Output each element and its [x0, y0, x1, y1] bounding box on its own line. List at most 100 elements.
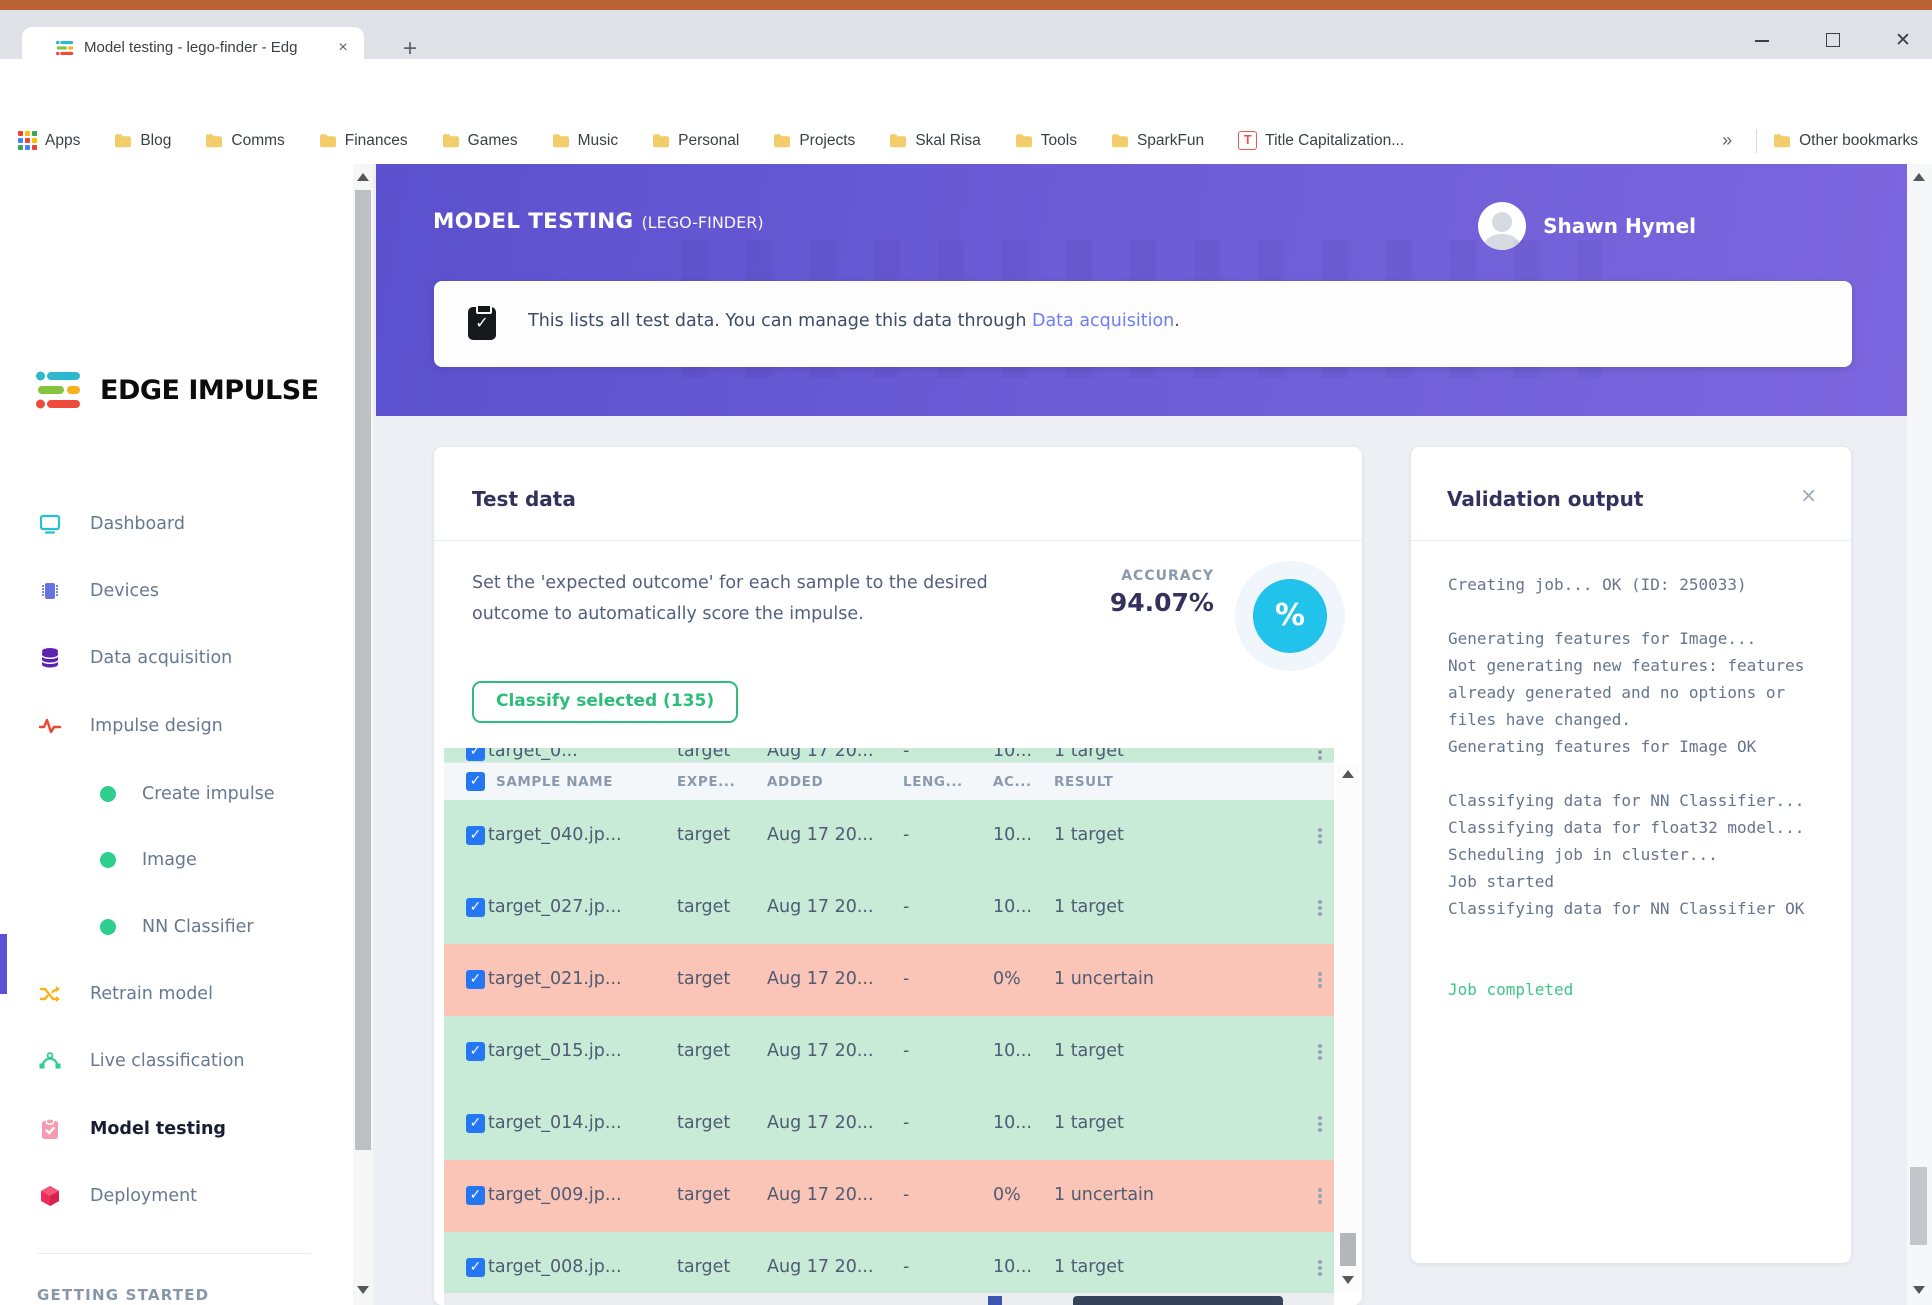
row-menu-icon[interactable] — [1316, 1042, 1324, 1062]
table-row[interactable]: ✓ target_021.jp... target Aug 17 20... - 0% 1 … — [444, 944, 1334, 1018]
bookmark-apps[interactable]: Apps — [18, 131, 80, 150]
banner-text: This lists all test data. You can manage… — [528, 311, 1180, 331]
row-menu-icon[interactable] — [1316, 826, 1324, 846]
scrollbar-thumb[interactable] — [355, 190, 371, 1150]
sidebar-item-label: Live classification — [90, 1051, 245, 1071]
logo-text: EDGE IMPULSE — [100, 374, 319, 406]
window-close-button[interactable]: ✕ — [1880, 26, 1926, 56]
table-vertical-scrollbar[interactable] — [1337, 764, 1359, 1293]
column-header-added[interactable]: ADDED — [767, 763, 823, 801]
row-menu-icon[interactable] — [1316, 1258, 1324, 1278]
row-checkbox[interactable]: ✓ — [466, 1186, 485, 1205]
edge-impulse-logo[interactable]: EDGE IMPULSE — [36, 370, 319, 410]
scroll-down-arrow-icon[interactable] — [1342, 1276, 1354, 1284]
row-menu-icon[interactable] — [1316, 1186, 1324, 1206]
cell-accuracy: 10... — [993, 825, 1032, 845]
sidebar-item-label: Create impulse — [142, 784, 275, 804]
log-line: Scheduling job in cluster... — [1448, 845, 1718, 864]
bookmark-label: Apps — [45, 131, 81, 149]
partial-bottom-bar — [1073, 1296, 1283, 1305]
tab-close-icon[interactable]: × — [332, 37, 354, 59]
cell-length: - — [903, 1113, 910, 1133]
bookmark-item[interactable]: Tools — [1015, 132, 1077, 150]
bookmark-title-capitalization[interactable]: T Title Capitalization... — [1238, 131, 1404, 150]
scrollbar-thumb[interactable] — [1340, 1233, 1356, 1266]
table-row[interactable]: ✓ target_027.jp... target Aug 17 20... - 10..… — [444, 872, 1334, 946]
select-all-checkbox[interactable]: ✓ — [466, 772, 485, 791]
sidebar-item-model-testing[interactable]: Model testing — [0, 1114, 353, 1144]
row-checkbox[interactable]: ✓ — [466, 1114, 485, 1133]
table-row[interactable]: ✓ target_0... target Aug 17 20... - 10... 1 ta… — [444, 748, 1334, 762]
column-header-sample-name[interactable]: SAMPLE NAME — [496, 763, 613, 801]
row-checkbox[interactable]: ✓ — [466, 898, 485, 917]
scrollbar-thumb[interactable] — [1910, 1167, 1927, 1245]
row-menu-icon[interactable] — [1316, 898, 1324, 918]
green-dot-icon — [96, 782, 120, 806]
sidebar-item-data-acquisition[interactable]: Data acquisition — [0, 643, 353, 673]
sidebar-item-devices[interactable]: Devices — [0, 576, 353, 606]
data-acquisition-link[interactable]: Data acquisition — [1032, 311, 1174, 331]
browser-titlebar[interactable]: Model testing - lego-finder - Edg × + ✕ — [0, 10, 1932, 69]
table-row[interactable]: ✓ target_040.jp... target Aug 17 20... - 10..… — [444, 800, 1334, 874]
sidebar-item-retrain-model[interactable]: Retrain model — [0, 979, 353, 1009]
bookmark-label: Blog — [140, 131, 172, 149]
scroll-down-arrow-icon[interactable] — [1913, 1286, 1925, 1294]
user-menu[interactable]: Shawn Hymel — [1478, 202, 1696, 250]
bookmark-item[interactable]: Skal Risa — [889, 132, 981, 150]
close-icon[interactable]: × — [1800, 485, 1817, 505]
scroll-down-arrow-icon[interactable] — [357, 1286, 369, 1294]
other-bookmarks[interactable]: Other bookmarks — [1773, 132, 1918, 150]
user-avatar[interactable] — [1478, 202, 1527, 250]
classify-selected-button[interactable]: Classify selected (135) — [472, 681, 739, 723]
bookmarks-overflow-chevron[interactable]: » — [1722, 130, 1740, 151]
sidebar-item-deployment[interactable]: Deployment — [0, 1181, 353, 1211]
row-checkbox[interactable]: ✓ — [466, 748, 485, 761]
scroll-up-arrow-icon[interactable] — [1913, 173, 1925, 181]
row-menu-icon[interactable] — [1316, 748, 1324, 762]
bookmark-item[interactable]: Blog — [114, 132, 171, 150]
row-checkbox[interactable]: ✓ — [466, 970, 485, 989]
window-minimize-button[interactable] — [1739, 26, 1785, 56]
cell-length: - — [903, 969, 910, 989]
sidebar-item-image[interactable]: Image — [0, 845, 353, 875]
folder-icon — [115, 134, 132, 148]
row-checkbox[interactable]: ✓ — [466, 1042, 485, 1061]
bookmark-item[interactable]: Music — [552, 132, 618, 150]
percent-badge-icon: % — [1253, 579, 1327, 653]
cell-expected: target — [677, 825, 731, 845]
sidebar-item-impulse-design[interactable]: Impulse design — [0, 711, 353, 741]
column-header-expected[interactable]: EXPE... — [677, 763, 735, 801]
bookmark-item[interactable]: Games — [442, 132, 518, 150]
bookmark-item[interactable]: SparkFun — [1111, 132, 1204, 150]
content-left-scrollbar[interactable] — [353, 164, 373, 1305]
sidebar-item-create-impulse[interactable]: Create impulse — [0, 779, 353, 809]
scroll-up-arrow-icon[interactable] — [1342, 770, 1354, 778]
column-header-result[interactable]: RESULT — [1054, 763, 1113, 801]
row-checkbox[interactable]: ✓ — [466, 1258, 485, 1277]
column-header-accuracy[interactable]: AC... — [993, 763, 1032, 801]
table-row[interactable]: ✓ target_009.jp... target Aug 17 20... - 0% 1 … — [444, 1160, 1334, 1234]
row-menu-icon[interactable] — [1316, 1114, 1324, 1134]
cell-length: - — [903, 897, 910, 917]
table-row[interactable]: ✓ target_015.jp... target Aug 17 20... - 10..… — [444, 1016, 1334, 1090]
cell-added: Aug 17 20... — [767, 825, 874, 845]
column-header-length[interactable]: LENG... — [903, 763, 963, 801]
browser-toolbar: studio.edgeimpulse.com/studio/5941/valid… — [0, 59, 1932, 168]
row-checkbox[interactable]: ✓ — [466, 826, 485, 845]
bookmark-item[interactable]: Comms — [205, 132, 285, 150]
window-maximize-button[interactable] — [1810, 26, 1856, 56]
sidebar-item-live-classification[interactable]: Live classification — [0, 1046, 353, 1076]
cell-result: 1 target — [1054, 748, 1124, 761]
sidebar-item-label: Data acquisition — [90, 648, 233, 668]
window-right-scrollbar[interactable] — [1907, 164, 1932, 1305]
bookmark-item[interactable]: Projects — [773, 132, 855, 150]
bookmark-item[interactable]: Personal — [652, 132, 739, 150]
sidebar-item-dashboard[interactable]: Dashboard — [0, 509, 353, 539]
cell-sample-name: target_015.jp... — [488, 1041, 622, 1061]
window-top-border — [0, 0, 1932, 10]
bookmark-item[interactable]: Finances — [319, 132, 408, 150]
table-row[interactable]: ✓ target_014.jp... target Aug 17 20... - 10..… — [444, 1088, 1334, 1162]
row-menu-icon[interactable] — [1316, 970, 1324, 990]
scroll-up-arrow-icon[interactable] — [357, 173, 369, 181]
sidebar-item-nn-classifier[interactable]: NN Classifier — [0, 912, 353, 942]
